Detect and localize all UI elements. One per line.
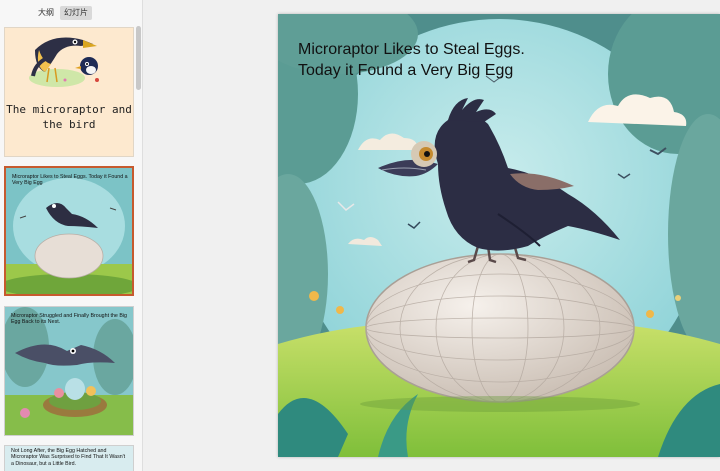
slide-thumbnail-1[interactable]: The microraptor and the bird bbox=[4, 27, 134, 157]
slide-panel: 大纲 幻灯片 The microraptor and the bird Micr… bbox=[0, 0, 143, 471]
presentation-app: 大纲 幻灯片 The microraptor and the bird Micr… bbox=[0, 0, 720, 471]
slide-thumbnail-4[interactable]: Not Long After, the Big Egg Hatched and … bbox=[4, 445, 134, 471]
slide-thumbnail-2[interactable]: Microraptor Likes to Steal Eggs. Today i… bbox=[4, 166, 134, 296]
tab-slides[interactable]: 幻灯片 bbox=[60, 6, 92, 20]
thumbnail-2-caption: Microraptor Likes to Steal Eggs. Today i… bbox=[12, 174, 128, 187]
thumbnail-1-title: The microraptor and the bird bbox=[6, 103, 132, 131]
panel-scrollbar[interactable] bbox=[136, 26, 141, 90]
slide-thumbnail-3[interactable]: Microraptor Struggled and Finally Brough… bbox=[4, 306, 134, 436]
thumbnail-4-caption: Not Long After, the Big Egg Hatched and … bbox=[11, 448, 126, 467]
nest-scene-thumbnail bbox=[5, 307, 133, 435]
egg-scene-thumbnail bbox=[6, 168, 132, 294]
thumbnail-3-caption: Microraptor Struggled and Finally Brough… bbox=[11, 313, 128, 326]
bird-illustration bbox=[29, 37, 99, 87]
slide-canvas[interactable]: Microraptor Likes to Steal Eggs. Today i… bbox=[278, 14, 720, 457]
view-tabs: 大纲 幻灯片 bbox=[0, 6, 142, 22]
slide-title[interactable]: Microraptor Likes to Steal Eggs. Today i… bbox=[298, 39, 578, 81]
tab-outline[interactable]: 大纲 bbox=[34, 6, 58, 20]
